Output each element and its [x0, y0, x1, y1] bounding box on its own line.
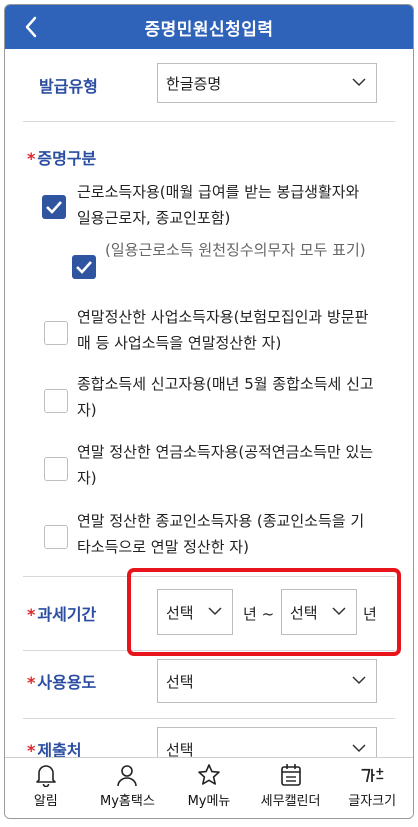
check-icon [76, 261, 92, 274]
submit-to-select[interactable]: 선택 [157, 727, 377, 759]
required-mark: * [27, 673, 36, 692]
checkbox-business-income[interactable] [44, 321, 68, 345]
usage-label-text: 사용용도 [37, 673, 97, 692]
option-label-daily-worker: (일용근로소득 원천징수의무자 모두 표기) [105, 241, 366, 259]
calendar-icon [278, 763, 304, 787]
tab-label: My홈택스 [99, 794, 155, 809]
star-icon [196, 763, 222, 787]
option-label-comprehensive-income: 종합소득세 신고자용(매년 5월 종합소득세 신고자) [77, 375, 374, 419]
required-mark: * [27, 605, 36, 624]
highlight-box [127, 568, 401, 656]
tab-my-hometax[interactable]: My홈택스 [87, 758, 169, 818]
tab-label: My메뉴 [187, 794, 231, 809]
usage-value: 선택 [166, 672, 194, 691]
tab-font-size[interactable]: 글자크기 [331, 758, 413, 818]
chevron-left-icon [25, 16, 37, 38]
option-label-religious-income: 연말 정산한 종교인소득자용 (종교인소득을 기타소득으로 연말 정산한 자) [77, 512, 365, 556]
checkbox-religious-income[interactable] [44, 525, 68, 549]
usage-select[interactable]: 선택 [157, 659, 377, 703]
option-label-wage-earner: 근로소득자용(매월 급여를 받는 봉급생활자와 일용근로자, 종교인포함) [77, 183, 360, 227]
person-icon [114, 763, 140, 787]
tab-my-menu[interactable]: My메뉴 [168, 758, 250, 818]
tab-label: 세무캘린더 [260, 794, 321, 809]
submit-to-label: * 제출처 [27, 737, 82, 759]
checkbox-pension-income[interactable] [44, 457, 68, 481]
divider [23, 121, 395, 122]
top-header: 증명민원신청입력 [5, 5, 413, 49]
issue-type-value: 한글증명 [166, 74, 222, 93]
bell-icon [33, 763, 59, 787]
back-button[interactable] [13, 9, 49, 45]
tab-notifications[interactable]: 알림 [5, 758, 87, 818]
tab-label: 알림 [33, 794, 58, 809]
submit-to-value: 선택 [166, 740, 194, 759]
checkbox-wage-earner[interactable] [42, 195, 66, 219]
usage-label: * 사용용도 [27, 669, 96, 693]
tax-period-label-text: 과세기간 [37, 605, 97, 624]
tab-label: 글자크기 [348, 794, 397, 809]
option-label-business-income: 연말정산한 사업소득자용(보험모집인과 방문판매 등 사업소득을 연말정산한 자… [77, 308, 369, 352]
divider [23, 718, 395, 719]
checkbox-comprehensive-income[interactable] [44, 389, 68, 413]
option-label-pension-income: 연말 정산한 연금소득자용(공적연금소득만 있는 자) [77, 443, 374, 487]
issue-type-select[interactable]: 한글증명 [157, 63, 377, 103]
required-mark: * [27, 149, 36, 168]
tax-period-label: * 과세기간 [27, 601, 96, 625]
cert-type-label-text: 증명구분 [37, 149, 97, 168]
check-icon [46, 201, 62, 214]
page-title: 증명민원신청입력 [144, 19, 274, 40]
issue-type-label: 발급유형 [39, 77, 98, 96]
app-window: 증명민원신청입력 발급유형 한글증명 * 증명구분 근로소득자용(매월 급여를 받… [4, 4, 414, 819]
tab-tax-calendar[interactable]: 세무캘린더 [250, 758, 332, 818]
checkbox-daily-worker[interactable] [72, 255, 96, 279]
chevron-down-icon [352, 744, 366, 753]
bottom-tab-bar: 알림 My홈택스 My메뉴 세무캘린더 글자크기 [5, 757, 413, 818]
font-size-icon [359, 763, 385, 787]
chevron-down-icon [352, 676, 366, 685]
chevron-down-icon [352, 78, 366, 87]
cert-type-label: * 증명구분 [27, 145, 96, 169]
